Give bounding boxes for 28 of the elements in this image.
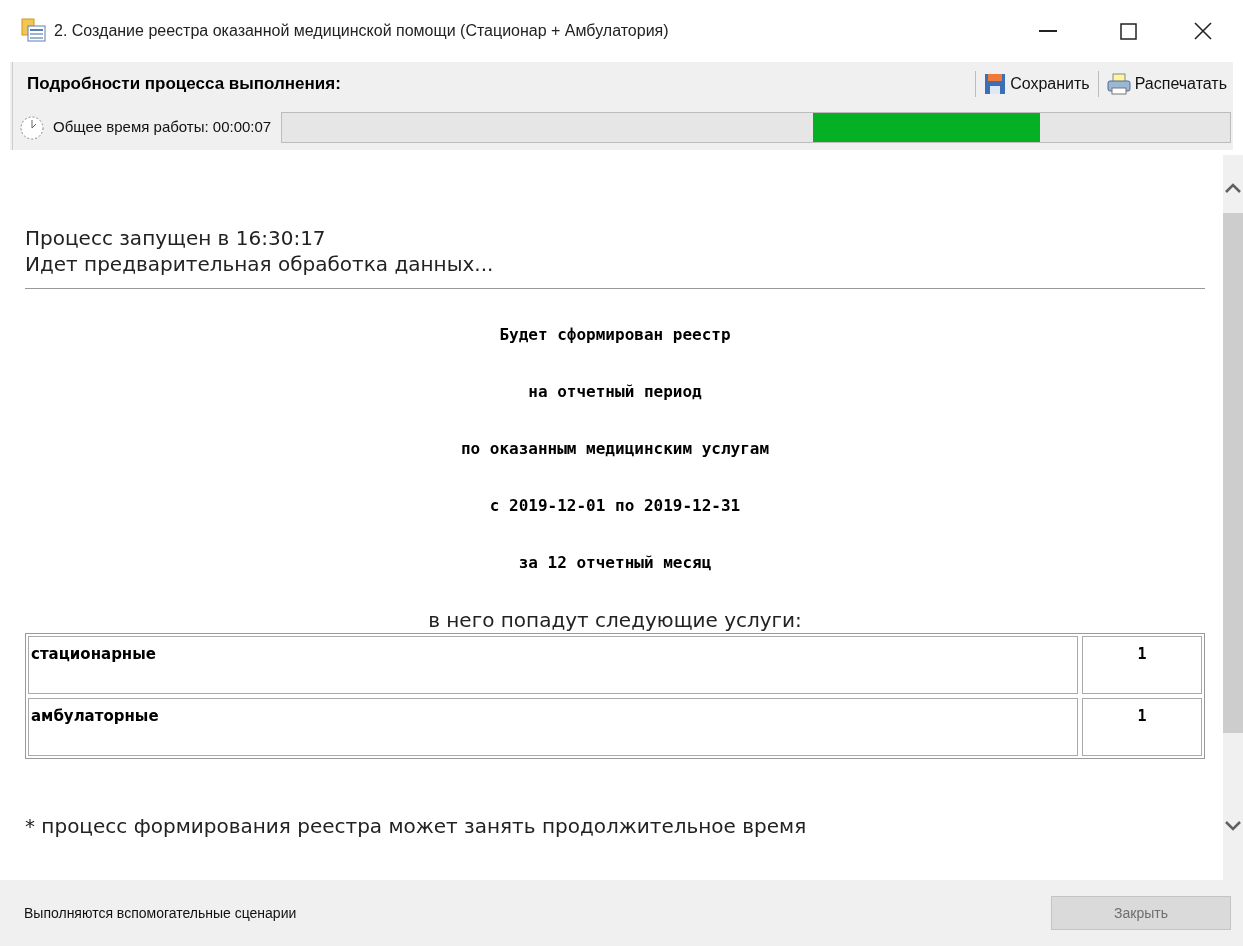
window-title: 2. Создание реестра оказанной медицинской помощи (Стационар + Амбулатория) xyxy=(54,21,669,41)
close-icon xyxy=(1194,22,1212,40)
clock-icon xyxy=(19,114,45,141)
minimize-icon xyxy=(1039,30,1057,32)
panel-heading: Подробности процесса выполнения: xyxy=(27,72,341,95)
table-cell: стационарные xyxy=(28,636,1078,694)
scroll-up-icon[interactable] xyxy=(1225,183,1241,193)
scroll-thumb[interactable] xyxy=(1223,213,1243,733)
log-line: Процесс запущен в 16:30:17 xyxy=(25,225,327,251)
summary-line: за 12 отчетный месяц xyxy=(518,552,712,574)
printer-icon xyxy=(1106,72,1131,95)
note-text: * процесс формирования реестра может занять продолжительное время xyxy=(25,813,808,839)
elapsed-time: Общее время работы: 00:00:07 xyxy=(53,117,272,138)
table-cell: 1 xyxy=(1082,636,1202,694)
log-line: Идет предварительная обработка данных... xyxy=(25,251,495,277)
summary-line: с 2019-12-01 по 2019-12-31 xyxy=(489,495,741,517)
print-button[interactable]: Распечатать xyxy=(1104,68,1229,99)
maximize-icon xyxy=(1119,22,1137,40)
app-window-icon xyxy=(20,18,48,44)
summary-line: Будет сформирован реестр xyxy=(499,324,731,346)
table-cell: 1 xyxy=(1082,698,1202,756)
table-caption: в него попадут следующие услуги: xyxy=(428,607,802,633)
scroll-down-icon[interactable] xyxy=(1225,821,1241,831)
save-button[interactable]: Сохранить xyxy=(982,68,1092,99)
status-text: Выполняются вспомогательные сценарии xyxy=(24,903,297,923)
summary-line: по оказанным медицинским услугам xyxy=(460,438,770,460)
summary-line: на отчетный период xyxy=(528,381,702,403)
table-cell: амбулаторные xyxy=(28,698,1078,756)
